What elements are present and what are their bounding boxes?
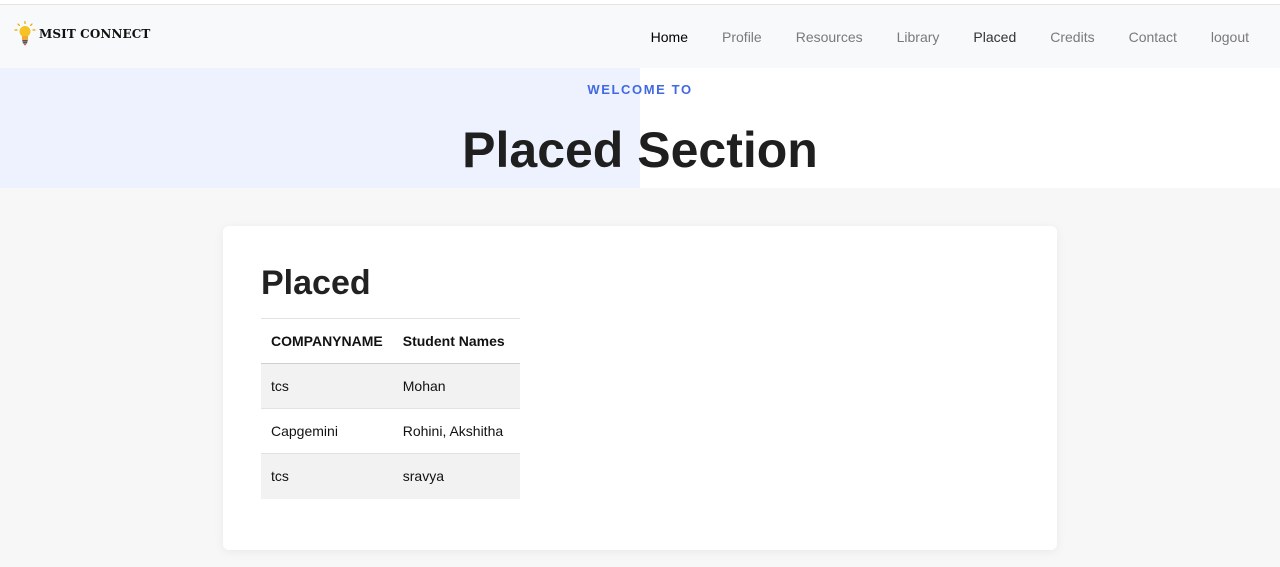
hero-banner: WELCOME TO Placed Section xyxy=(0,68,1280,188)
column-header-students: Student Names xyxy=(392,318,520,364)
table-header-row: COMPANYNAME Student Names xyxy=(261,318,520,364)
nav-resources[interactable]: Resources xyxy=(779,29,880,45)
placed-card: Placed COMPANYNAME Student Names tcs Moh… xyxy=(223,226,1057,550)
nav-logout[interactable]: logout xyxy=(1194,29,1266,45)
placed-table: COMPANYNAME Student Names tcs Mohan Capg… xyxy=(261,318,520,499)
nav-home[interactable]: Home xyxy=(634,29,705,45)
brand-name: MSIT CONNECT xyxy=(39,27,151,41)
cell-company: tcs xyxy=(261,363,393,409)
nav-profile[interactable]: Profile xyxy=(705,29,779,45)
hero-eyebrow: WELCOME TO xyxy=(587,82,693,97)
column-header-company: COMPANYNAME xyxy=(261,318,393,364)
navbar: MSIT CONNECT Home Profile Resources Libr… xyxy=(0,5,1280,68)
cell-company: Capgemini xyxy=(261,408,393,454)
nav-links: Home Profile Resources Library Placed Cr… xyxy=(634,5,1266,68)
nav-contact[interactable]: Contact xyxy=(1112,29,1194,45)
table-row: tcs sravya xyxy=(261,453,520,499)
cell-students: Rohini, Akshitha xyxy=(392,408,520,454)
nav-credits[interactable]: Credits xyxy=(1033,29,1111,45)
table-row: tcs Mohan xyxy=(261,363,520,409)
nav-library[interactable]: Library xyxy=(880,29,957,45)
nav-placed[interactable]: Placed xyxy=(956,29,1033,45)
cell-company: tcs xyxy=(261,453,393,499)
page-title: Placed Section xyxy=(462,122,818,178)
lightbulb-icon xyxy=(14,21,36,46)
cell-students: Mohan xyxy=(392,363,520,409)
table-row: Capgemini Rohini, Akshitha xyxy=(261,408,520,454)
card-title: Placed xyxy=(261,264,371,302)
cell-students: sravya xyxy=(392,453,520,499)
brand-logo-link[interactable]: MSIT CONNECT xyxy=(14,21,150,47)
